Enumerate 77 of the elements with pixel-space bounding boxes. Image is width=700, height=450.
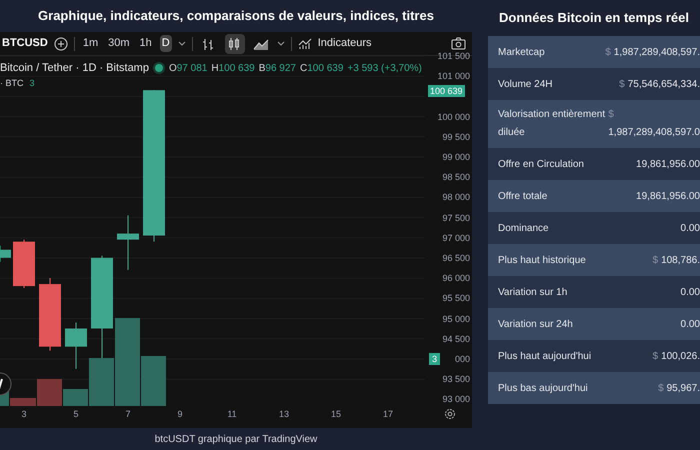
price-label: 101 500	[437, 52, 470, 61]
row-value: $ 75,546,654,334.	[619, 78, 700, 92]
date-label: 7	[124, 408, 132, 421]
candle	[65, 322, 87, 370]
price-label: 000	[454, 355, 470, 364]
row-value: 19,861,956.00	[636, 190, 700, 204]
ohlc-value: C100 639	[300, 62, 344, 76]
date-label: 9	[176, 408, 184, 421]
indicators-icon[interactable]	[298, 37, 312, 50]
row-label: Volume 24H	[498, 78, 552, 92]
candlestick-icon[interactable]	[224, 34, 245, 54]
price-label: 98 500	[442, 173, 470, 182]
price-label: 94 500	[442, 334, 470, 344]
ohlc-value: O97 081	[168, 62, 208, 76]
price-label: 100 000	[437, 112, 470, 122]
add-symbol-icon[interactable]	[54, 36, 68, 50]
row-value: $ 1,987,289,408,597.0	[608, 108, 700, 140]
ohlc-value: H100 639	[211, 62, 255, 76]
date-label: 15	[330, 408, 342, 421]
row-value: $ 95,967.	[658, 382, 700, 396]
volume-value: 3	[30, 77, 35, 90]
caret-icon[interactable]	[178, 40, 186, 46]
row-value: 0.00	[680, 318, 700, 332]
row-value: $ 100,026.	[652, 350, 700, 364]
price-label: 96 500	[442, 254, 470, 263]
price-label: 98 000	[442, 193, 470, 202]
row-value: $ 1,987,289,408,597.	[605, 46, 700, 60]
settings-icon[interactable]	[444, 408, 456, 420]
date-label: 3	[20, 408, 28, 421]
price-label: 97 000	[442, 234, 470, 243]
price-label: 93 500	[442, 375, 470, 384]
row-label: Plus haut historique	[498, 254, 586, 268]
date-label: 13	[278, 408, 290, 421]
price-label: 97 500	[442, 214, 470, 223]
date-label: 17	[382, 408, 394, 421]
interval-tab[interactable]: D	[160, 35, 172, 52]
row-label: Valorisation entièrement diluée	[498, 108, 606, 140]
row-label: Offre en Circulation	[498, 158, 584, 172]
price-label: 96 000	[442, 274, 470, 284]
date-label: 11	[226, 408, 238, 421]
symbol-button[interactable]: BTCUSD	[2, 35, 48, 52]
row-label: Marketcap	[498, 46, 545, 60]
interval-tab[interactable]: 1h	[138, 35, 154, 52]
ohlc-value: B96 927	[258, 62, 296, 76]
price-label: 99 000	[442, 153, 470, 162]
date-label: 5	[72, 408, 80, 421]
symbol-title: Bitcoin / Tether · 1D · Bitstamp	[0, 61, 149, 76]
camera-icon[interactable]	[451, 37, 466, 50]
candle	[13, 239, 35, 289]
candle	[0, 245, 11, 262]
panel-title: Données Bitcoin en temps réel	[499, 9, 689, 28]
row-label: Variation sur 1h	[498, 286, 568, 300]
interval-tab[interactable]: 1m	[80, 35, 100, 52]
row-label: Plus bas aujourd'hui	[498, 382, 588, 396]
price-label: 99 500	[442, 132, 470, 142]
footer-credit: btcUSDT graphique par TradingView	[154, 432, 318, 446]
row-label: Offre totale	[498, 190, 548, 204]
panel-title: Graphique, indicateurs, comparaisons de valeurs, indices, titres	[38, 7, 434, 26]
price-label: 95 500	[442, 294, 470, 304]
interval-tab[interactable]: 30m	[106, 35, 132, 52]
volume-label: · BTC	[0, 77, 24, 90]
price-label: 93 000	[442, 395, 470, 404]
row-label: Dominance	[498, 222, 549, 236]
row-value: 0.00	[680, 286, 700, 300]
price-label: 95 000	[442, 314, 470, 324]
row-value: 19,861,956.00	[636, 158, 700, 172]
price-label: 101 000	[437, 72, 470, 82]
indicators-button[interactable]: Indicateurs	[318, 35, 372, 52]
row-label: Plus haut aujourd'hui	[498, 350, 592, 364]
change-value: +3 593 (+3,70%)	[347, 62, 422, 76]
row-label: Variation sur 24h	[498, 318, 573, 332]
caret-icon[interactable]	[276, 40, 285, 46]
volume-tag: 3	[429, 352, 440, 365]
row-value: $ 108,786.	[652, 254, 700, 268]
price-tag: 100 639	[428, 84, 465, 97]
candle	[117, 214, 139, 270]
row-value: 0.00	[680, 222, 700, 236]
